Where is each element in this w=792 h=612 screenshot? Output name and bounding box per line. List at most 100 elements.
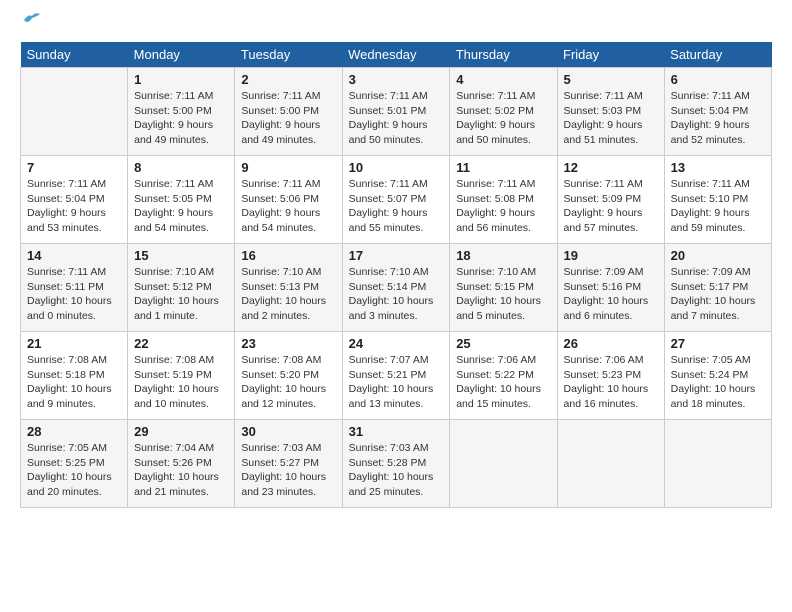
day-info: Sunrise: 7:11 AMSunset: 5:06 PMDaylight:… (241, 177, 335, 236)
day-info: Sunrise: 7:03 AMSunset: 5:27 PMDaylight:… (241, 441, 335, 500)
day-number: 7 (27, 160, 121, 175)
day-number: 22 (134, 336, 228, 351)
day-cell (450, 420, 557, 508)
day-number: 19 (564, 248, 658, 263)
logo (20, 20, 40, 26)
day-cell: 17Sunrise: 7:10 AMSunset: 5:14 PMDayligh… (342, 244, 450, 332)
day-cell: 22 Sunrise: 7:08 AMSunset: 5:19 PMDayligh… (128, 332, 235, 420)
day-number: 12 (564, 160, 658, 175)
day-cell: 12 Sunrise: 7:11 AMSunset: 5:09 PMDayligh… (557, 156, 664, 244)
day-info: Sunrise: 7:11 AMSunset: 5:09 PMDaylight:… (564, 177, 658, 236)
day-info: Sunrise: 7:11 AMSunset: 5:02 PMDaylight:… (456, 89, 550, 148)
day-number: 21 (27, 336, 121, 351)
day-info: Sunrise: 7:11 AMSunset: 5:11 PMDaylight:… (27, 265, 121, 324)
day-cell: 26 Sunrise: 7:06 AMSunset: 5:23 PMDayligh… (557, 332, 664, 420)
day-cell: 18Sunrise: 7:10 AMSunset: 5:15 PMDayligh… (450, 244, 557, 332)
day-cell: 6 Sunrise: 7:11 AMSunset: 5:04 PMDaylight… (664, 68, 771, 156)
day-cell: 30 Sunrise: 7:03 AMSunset: 5:27 PMDayligh… (235, 420, 342, 508)
day-cell: 15 Sunrise: 7:10 AMSunset: 5:12 PMDayligh… (128, 244, 235, 332)
day-number: 29 (134, 424, 228, 439)
day-cell: 7 Sunrise: 7:11 AMSunset: 5:04 PMDaylight… (21, 156, 128, 244)
week-row-5: 28 Sunrise: 7:05 AMSunset: 5:25 PMDayligh… (21, 420, 772, 508)
day-cell: 11Sunrise: 7:11 AMSunset: 5:08 PMDayligh… (450, 156, 557, 244)
day-info: Sunrise: 7:09 AMSunset: 5:17 PMDaylight:… (671, 265, 765, 324)
day-cell (557, 420, 664, 508)
day-cell: 13 Sunrise: 7:11 AMSunset: 5:10 PMDayligh… (664, 156, 771, 244)
day-info: Sunrise: 7:08 AMSunset: 5:18 PMDaylight:… (27, 353, 121, 412)
day-info: Sunrise: 7:11 AMSunset: 5:04 PMDaylight:… (27, 177, 121, 236)
day-info: Sunrise: 7:05 AMSunset: 5:24 PMDaylight:… (671, 353, 765, 412)
day-cell: 1 Sunrise: 7:11 AMSunset: 5:00 PMDaylight… (128, 68, 235, 156)
day-number: 13 (671, 160, 765, 175)
day-info: Sunrise: 7:05 AMSunset: 5:25 PMDaylight:… (27, 441, 121, 500)
col-header-friday: Friday (557, 42, 664, 68)
day-info: Sunrise: 7:07 AMSunset: 5:21 PMDaylight:… (349, 353, 444, 412)
calendar-table: SundayMondayTuesdayWednesdayThursdayFrid… (20, 42, 772, 508)
day-cell: 24 Sunrise: 7:07 AMSunset: 5:21 PMDayligh… (342, 332, 450, 420)
day-cell: 25 Sunrise: 7:06 AMSunset: 5:22 PMDayligh… (450, 332, 557, 420)
day-number: 3 (349, 72, 444, 87)
header-row: SundayMondayTuesdayWednesdayThursdayFrid… (21, 42, 772, 68)
day-cell: 9 Sunrise: 7:11 AMSunset: 5:06 PMDaylight… (235, 156, 342, 244)
day-info: Sunrise: 7:10 AMSunset: 5:14 PMDaylight:… (349, 265, 444, 324)
col-header-tuesday: Tuesday (235, 42, 342, 68)
day-number: 28 (27, 424, 121, 439)
day-info: Sunrise: 7:10 AMSunset: 5:15 PMDaylight:… (456, 265, 550, 324)
day-info: Sunrise: 7:11 AMSunset: 5:08 PMDaylight:… (456, 177, 550, 236)
logo-bird-icon (22, 12, 40, 26)
day-cell: 5Sunrise: 7:11 AMSunset: 5:03 PMDaylight… (557, 68, 664, 156)
day-info: Sunrise: 7:10 AMSunset: 5:13 PMDaylight:… (241, 265, 335, 324)
day-cell: 28 Sunrise: 7:05 AMSunset: 5:25 PMDayligh… (21, 420, 128, 508)
day-number: 26 (564, 336, 658, 351)
col-header-thursday: Thursday (450, 42, 557, 68)
day-info: Sunrise: 7:08 AMSunset: 5:19 PMDaylight:… (134, 353, 228, 412)
day-number: 25 (456, 336, 550, 351)
day-info: Sunrise: 7:06 AMSunset: 5:23 PMDaylight:… (564, 353, 658, 412)
day-cell: 2 Sunrise: 7:11 AMSunset: 5:00 PMDaylight… (235, 68, 342, 156)
day-info: Sunrise: 7:11 AMSunset: 5:10 PMDaylight:… (671, 177, 765, 236)
day-number: 15 (134, 248, 228, 263)
week-row-3: 14Sunrise: 7:11 AMSunset: 5:11 PMDayligh… (21, 244, 772, 332)
day-number: 4 (456, 72, 550, 87)
day-cell: 10Sunrise: 7:11 AMSunset: 5:07 PMDayligh… (342, 156, 450, 244)
day-info: Sunrise: 7:06 AMSunset: 5:22 PMDaylight:… (456, 353, 550, 412)
day-cell: 29 Sunrise: 7:04 AMSunset: 5:26 PMDayligh… (128, 420, 235, 508)
day-cell (664, 420, 771, 508)
day-cell: 19 Sunrise: 7:09 AMSunset: 5:16 PMDayligh… (557, 244, 664, 332)
day-info: Sunrise: 7:08 AMSunset: 5:20 PMDaylight:… (241, 353, 335, 412)
day-number: 23 (241, 336, 335, 351)
day-info: Sunrise: 7:11 AMSunset: 5:00 PMDaylight:… (241, 89, 335, 148)
day-info: Sunrise: 7:09 AMSunset: 5:16 PMDaylight:… (564, 265, 658, 324)
page-header (20, 20, 772, 26)
day-info: Sunrise: 7:11 AMSunset: 5:05 PMDaylight:… (134, 177, 228, 236)
day-info: Sunrise: 7:10 AMSunset: 5:12 PMDaylight:… (134, 265, 228, 324)
day-cell: 16 Sunrise: 7:10 AMSunset: 5:13 PMDayligh… (235, 244, 342, 332)
day-number: 8 (134, 160, 228, 175)
day-number: 10 (349, 160, 444, 175)
day-info: Sunrise: 7:11 AMSunset: 5:00 PMDaylight:… (134, 89, 228, 148)
day-cell: 20 Sunrise: 7:09 AMSunset: 5:17 PMDayligh… (664, 244, 771, 332)
day-cell: 27 Sunrise: 7:05 AMSunset: 5:24 PMDayligh… (664, 332, 771, 420)
day-number: 9 (241, 160, 335, 175)
day-cell: 31Sunrise: 7:03 AMSunset: 5:28 PMDayligh… (342, 420, 450, 508)
day-number: 1 (134, 72, 228, 87)
day-number: 16 (241, 248, 335, 263)
day-number: 2 (241, 72, 335, 87)
day-number: 30 (241, 424, 335, 439)
col-header-sunday: Sunday (21, 42, 128, 68)
day-cell: 8 Sunrise: 7:11 AMSunset: 5:05 PMDaylight… (128, 156, 235, 244)
day-number: 5 (564, 72, 658, 87)
day-number: 20 (671, 248, 765, 263)
col-header-wednesday: Wednesday (342, 42, 450, 68)
day-info: Sunrise: 7:11 AMSunset: 5:04 PMDaylight:… (671, 89, 765, 148)
day-info: Sunrise: 7:11 AMSunset: 5:01 PMDaylight:… (349, 89, 444, 148)
day-number: 27 (671, 336, 765, 351)
day-cell: 14Sunrise: 7:11 AMSunset: 5:11 PMDayligh… (21, 244, 128, 332)
day-number: 24 (349, 336, 444, 351)
day-cell: 21 Sunrise: 7:08 AMSunset: 5:18 PMDayligh… (21, 332, 128, 420)
day-cell (21, 68, 128, 156)
day-number: 31 (349, 424, 444, 439)
day-number: 6 (671, 72, 765, 87)
day-info: Sunrise: 7:04 AMSunset: 5:26 PMDaylight:… (134, 441, 228, 500)
week-row-2: 7 Sunrise: 7:11 AMSunset: 5:04 PMDaylight… (21, 156, 772, 244)
